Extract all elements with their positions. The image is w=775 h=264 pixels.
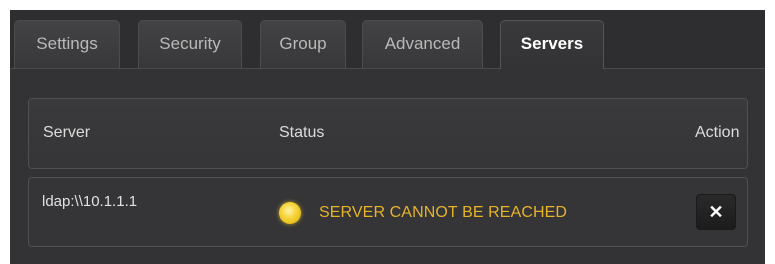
tab-settings[interactable]: Settings [14, 20, 120, 68]
tab-advanced[interactable]: Advanced [362, 20, 483, 68]
table-row: ldap:\\10.1.1.1 SERVER CANNOT BE REACHED… [28, 177, 748, 247]
column-header-server: Server [43, 124, 91, 141]
tab-bar: Settings Security Group Advanced Servers [10, 10, 765, 69]
tab-group[interactable]: Group [260, 20, 346, 68]
close-icon: ✕ [708, 202, 724, 222]
column-header-status: Status [279, 124, 325, 141]
server-address: ldap:\\10.1.1.1 [42, 193, 138, 210]
server-status: SERVER CANNOT BE REACHED [319, 204, 568, 221]
remove-server-button[interactable]: ✕ [696, 194, 736, 230]
servers-window: Settings Security Group Advanced Servers… [10, 10, 765, 264]
column-header-action: Action [695, 124, 740, 141]
servers-table: Server Status Action ldap:\\10.1.1.1 SER… [28, 98, 748, 248]
tab-security[interactable]: Security [138, 20, 242, 68]
table-header: Server Status Action [28, 98, 748, 169]
tab-servers[interactable]: Servers [500, 20, 604, 69]
warning-indicator-icon [279, 202, 301, 224]
